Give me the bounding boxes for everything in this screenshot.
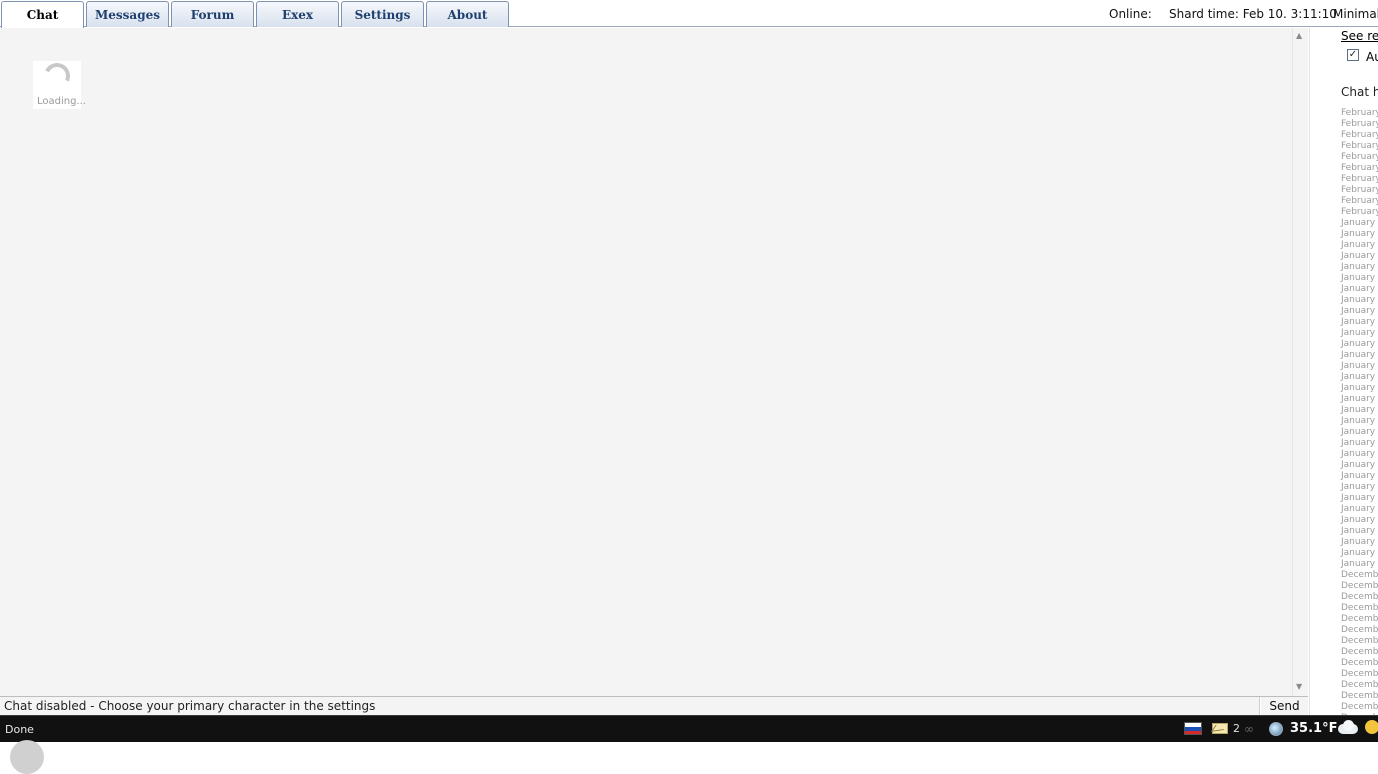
chat-history-item[interactable]: January — [1341, 416, 1378, 427]
cloud-icon[interactable] — [1336, 720, 1360, 736]
chat-history-item[interactable]: January 2 — [1341, 240, 1378, 251]
chat-history-item[interactable]: December — [1341, 658, 1378, 669]
tab-chat[interactable]: Chat — [1, 1, 84, 28]
chat-history-item[interactable]: December — [1341, 669, 1378, 680]
loading-indicator: Loading... — [33, 59, 86, 109]
chat-history-item[interactable]: January — [1341, 438, 1378, 449]
chat-history-item[interactable]: December — [1341, 647, 1378, 658]
chat-history-item[interactable]: December — [1341, 636, 1378, 647]
chat-history-item[interactable]: January 2 — [1341, 548, 1378, 559]
chat-history-item[interactable]: December — [1341, 570, 1378, 581]
chat-input[interactable] — [0, 697, 1260, 715]
chat-history-item[interactable]: January — [1341, 350, 1378, 361]
chat-history-item[interactable]: January — [1341, 427, 1378, 438]
chat-history-item[interactable]: January — [1341, 383, 1378, 394]
chat-history-list: February February February February February… — [1341, 108, 1378, 715]
chat-history-item[interactable]: January — [1341, 361, 1378, 372]
chat-history-item[interactable]: January — [1341, 460, 1378, 471]
chat-history-item[interactable]: January 2 — [1341, 306, 1378, 317]
see-recent-link[interactable]: See re — [1341, 29, 1378, 43]
chat-history-item[interactable]: January 3 — [1341, 537, 1378, 548]
chat-history-item[interactable]: January 2 — [1341, 284, 1378, 295]
tab-exex[interactable]: Exex — [256, 1, 339, 27]
scroll-up-icon[interactable]: ▲ — [1296, 31, 1302, 40]
chat-history-item[interactable]: January 2 — [1341, 295, 1378, 306]
chat-history-item[interactable]: January — [1341, 394, 1378, 405]
chat-history-item[interactable]: December — [1341, 603, 1378, 614]
chat-history-item[interactable]: January 2 — [1341, 328, 1378, 339]
chat-history-item[interactable]: December — [1341, 581, 1378, 592]
chat-history-item[interactable]: February — [1341, 152, 1378, 163]
right-panel: See re ✓ Au Chat h FebruaryFebruaryFebru… — [1309, 28, 1378, 715]
chat-history-item[interactable]: January 2 — [1341, 273, 1378, 284]
chat-history-item[interactable]: January 2 — [1341, 218, 1378, 229]
flag-icon[interactable] — [1184, 722, 1202, 735]
chat-history-item[interactable]: January 6 — [1341, 482, 1378, 493]
auto-checkbox[interactable]: ✓ — [1347, 49, 1359, 61]
flag-stripe — [1185, 731, 1201, 734]
chat-history-item[interactable]: February — [1341, 130, 1378, 141]
infinity-icon[interactable]: ∞ — [1244, 722, 1254, 736]
status-text: Done — [5, 723, 34, 736]
chat-history-item[interactable]: January 4 — [1341, 526, 1378, 537]
chat-history-item[interactable]: January 2 — [1341, 229, 1378, 240]
loading-text: Loading... — [37, 96, 86, 107]
mail-icon[interactable] — [1212, 723, 1228, 734]
status-circle-icon — [10, 740, 44, 774]
chat-history-item[interactable]: January 6 — [1341, 504, 1378, 515]
chat-history-item[interactable]: February — [1341, 174, 1378, 185]
chat-history-item[interactable]: December — [1341, 625, 1378, 636]
chat-history-item[interactable]: January 7 — [1341, 493, 1378, 504]
chat-history-item[interactable]: February — [1341, 185, 1378, 196]
chat-history-item[interactable]: January 5 — [1341, 515, 1378, 526]
chat-history-item[interactable]: January 2 — [1341, 251, 1378, 262]
chat-history-item[interactable]: February — [1341, 108, 1378, 119]
tab-messages[interactable]: Messages — [86, 1, 169, 27]
tab-strip: Chat Messages Forum Exex Settings About — [0, 1, 511, 28]
chat-history-item[interactable]: December — [1341, 702, 1378, 713]
shard-time: Shard time: Feb 10. 3:11:10 — [1169, 7, 1337, 21]
chat-history-item[interactable]: February — [1341, 119, 1378, 130]
globe-icon[interactable] — [1269, 722, 1283, 736]
chat-history-item[interactable]: December — [1341, 691, 1378, 702]
tab-settings[interactable]: Settings — [341, 1, 424, 27]
chat-history-item[interactable]: January 2 — [1341, 317, 1378, 328]
top-bar: Chat Messages Forum Exex Settings About … — [0, 0, 1378, 28]
temperature: 35.1°F — [1290, 721, 1338, 736]
chat-history-item[interactable]: January — [1341, 559, 1378, 570]
chat-history-item[interactable]: January — [1341, 372, 1378, 383]
tab-forum[interactable]: Forum — [171, 1, 254, 27]
chat-history-item[interactable]: January — [1341, 449, 1378, 460]
chat-history-item[interactable]: December — [1341, 680, 1378, 691]
chat-scrollbar[interactable]: ▲ ▼ — [1292, 28, 1308, 696]
chat-history-item[interactable]: January — [1341, 405, 1378, 416]
scroll-down-icon[interactable]: ▼ — [1296, 682, 1302, 691]
chat-history-item[interactable]: January 2 — [1341, 262, 1378, 273]
tab-about[interactable]: About — [426, 1, 509, 27]
chat-history-item[interactable]: February — [1341, 207, 1378, 218]
chat-history-item[interactable]: February — [1341, 141, 1378, 152]
minimal-link[interactable]: Minimal — [1333, 7, 1378, 21]
chat-input-row: Send — [0, 696, 1308, 715]
mail-count: 2 — [1233, 722, 1240, 735]
send-button[interactable]: Send — [1261, 697, 1308, 715]
chat-history-item[interactable]: December — [1341, 614, 1378, 625]
chat-history-item[interactable]: February — [1341, 196, 1378, 207]
checkmark-icon: ✓ — [1348, 49, 1358, 60]
chat-area: Loading... ▲ ▼ — [0, 28, 1308, 696]
chat-history-item[interactable]: February — [1341, 163, 1378, 174]
chat-history-item[interactable]: December — [1341, 592, 1378, 603]
chat-history-item[interactable]: January 1 — [1341, 471, 1378, 482]
chat-history-item[interactable]: January 1 — [1341, 339, 1378, 350]
sun-icon[interactable] — [1365, 720, 1378, 734]
status-bar: Done 2 ∞ 35.1°F — [0, 715, 1378, 774]
spinner-icon — [40, 59, 74, 93]
auto-label: Au — [1366, 50, 1378, 64]
online-label: Online: — [1109, 7, 1152, 21]
chat-history-title: Chat h — [1341, 85, 1378, 99]
